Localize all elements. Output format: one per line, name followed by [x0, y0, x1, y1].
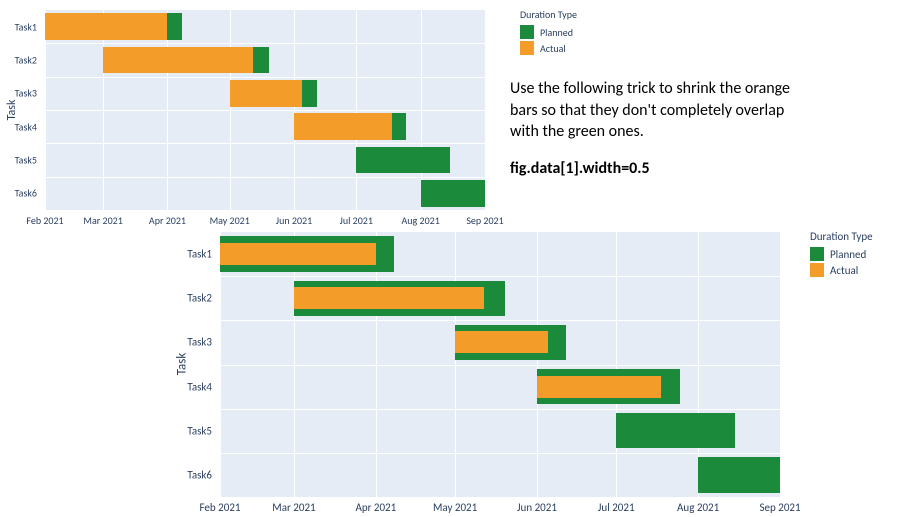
annotation-line-2: bars so that they don't completely overl…: [510, 100, 890, 122]
x-tick-label: Aug 2021: [677, 501, 719, 514]
legend-swatch-actual: [810, 263, 824, 277]
chart-legend[interactable]: Duration Type Planned Actual: [520, 8, 577, 57]
y-axis-title: Task: [175, 353, 190, 376]
legend-item-actual[interactable]: Actual: [810, 263, 873, 277]
bar-planned[interactable]: [356, 147, 449, 174]
legend-label-actual: Actual: [540, 42, 566, 55]
legend-swatch-actual: [520, 41, 534, 55]
bar-actual[interactable]: [230, 80, 303, 107]
legend-title: Duration Type: [810, 230, 873, 243]
x-tick-label: May 2021: [433, 501, 477, 514]
legend-title: Duration Type: [520, 8, 577, 21]
legend-swatch-planned: [520, 25, 534, 39]
bar-actual[interactable]: [45, 13, 167, 40]
page: Task Duration Type Planned Actual Feb 20…: [0, 0, 919, 517]
y-tick-label: Task1: [34, 248, 212, 261]
y-gridline: [45, 43, 485, 44]
y-gridline: [220, 276, 780, 277]
annotation-code: fig.data[1].width=0.5: [510, 159, 890, 178]
y-tick-label: Task6: [0, 187, 37, 200]
x-tick-label: Jul 2021: [598, 501, 635, 514]
y-gridline: [220, 409, 780, 410]
bar-planned[interactable]: [698, 457, 780, 492]
legend-item-planned[interactable]: Planned: [810, 247, 873, 261]
x-gridline: [485, 10, 486, 210]
y-gridline: [45, 143, 485, 144]
legend-item-planned[interactable]: Planned: [520, 25, 577, 39]
legend-swatch-planned: [810, 247, 824, 261]
y-gridline: [220, 320, 780, 321]
y-tick-label: Task5: [0, 154, 37, 167]
x-tick-label: Feb 2021: [26, 214, 63, 227]
bar-actual[interactable]: [220, 243, 376, 265]
y-gridline: [220, 453, 780, 454]
annotation-line-1: Use the following trick to shrink the or…: [510, 78, 890, 100]
gantt-chart-shrunk[interactable]: Task Duration Type Planned Actual Feb 20…: [170, 222, 910, 517]
chart-legend[interactable]: Duration Type Planned Actual: [810, 230, 873, 279]
y-gridline: [220, 365, 780, 366]
bar-actual[interactable]: [294, 113, 392, 140]
y-gridline: [45, 77, 485, 78]
y-tick-label: Task5: [34, 424, 212, 437]
annotation-block: Use the following trick to shrink the or…: [510, 78, 890, 178]
y-tick-label: Task1: [0, 20, 37, 33]
legend-label-planned: Planned: [540, 26, 573, 39]
legend-label-planned: Planned: [830, 248, 866, 261]
x-tick-label: Sep 2021: [759, 501, 800, 514]
y-tick-label: Task6: [34, 468, 212, 481]
bar-actual[interactable]: [294, 287, 484, 309]
y-tick-label: Task2: [0, 54, 37, 67]
legend-item-actual[interactable]: Actual: [520, 41, 577, 55]
y-tick-label: Task3: [0, 87, 37, 100]
y-gridline: [45, 177, 485, 178]
y-axis-title: Task: [5, 100, 19, 121]
bar-planned[interactable]: [421, 180, 485, 207]
x-tick-label: Apr 2021: [355, 501, 396, 514]
bar-planned[interactable]: [616, 413, 735, 448]
x-tick-label: Jun 2021: [517, 501, 557, 514]
y-tick-label: Task4: [34, 380, 212, 393]
annotation-line-3: with the green ones.: [510, 121, 890, 143]
bar-actual[interactable]: [455, 331, 547, 353]
x-tick-label: Feb 2021: [200, 501, 241, 514]
bar-actual[interactable]: [537, 376, 661, 398]
y-tick-label: Task4: [0, 120, 37, 133]
y-gridline: [45, 110, 485, 111]
legend-label-actual: Actual: [830, 264, 858, 277]
bar-actual[interactable]: [103, 47, 252, 74]
y-tick-label: Task2: [34, 292, 212, 305]
x-tick-label: Mar 2021: [83, 214, 122, 227]
x-gridline: [780, 232, 781, 497]
y-tick-label: Task3: [34, 336, 212, 349]
x-tick-label: Mar 2021: [272, 501, 315, 514]
